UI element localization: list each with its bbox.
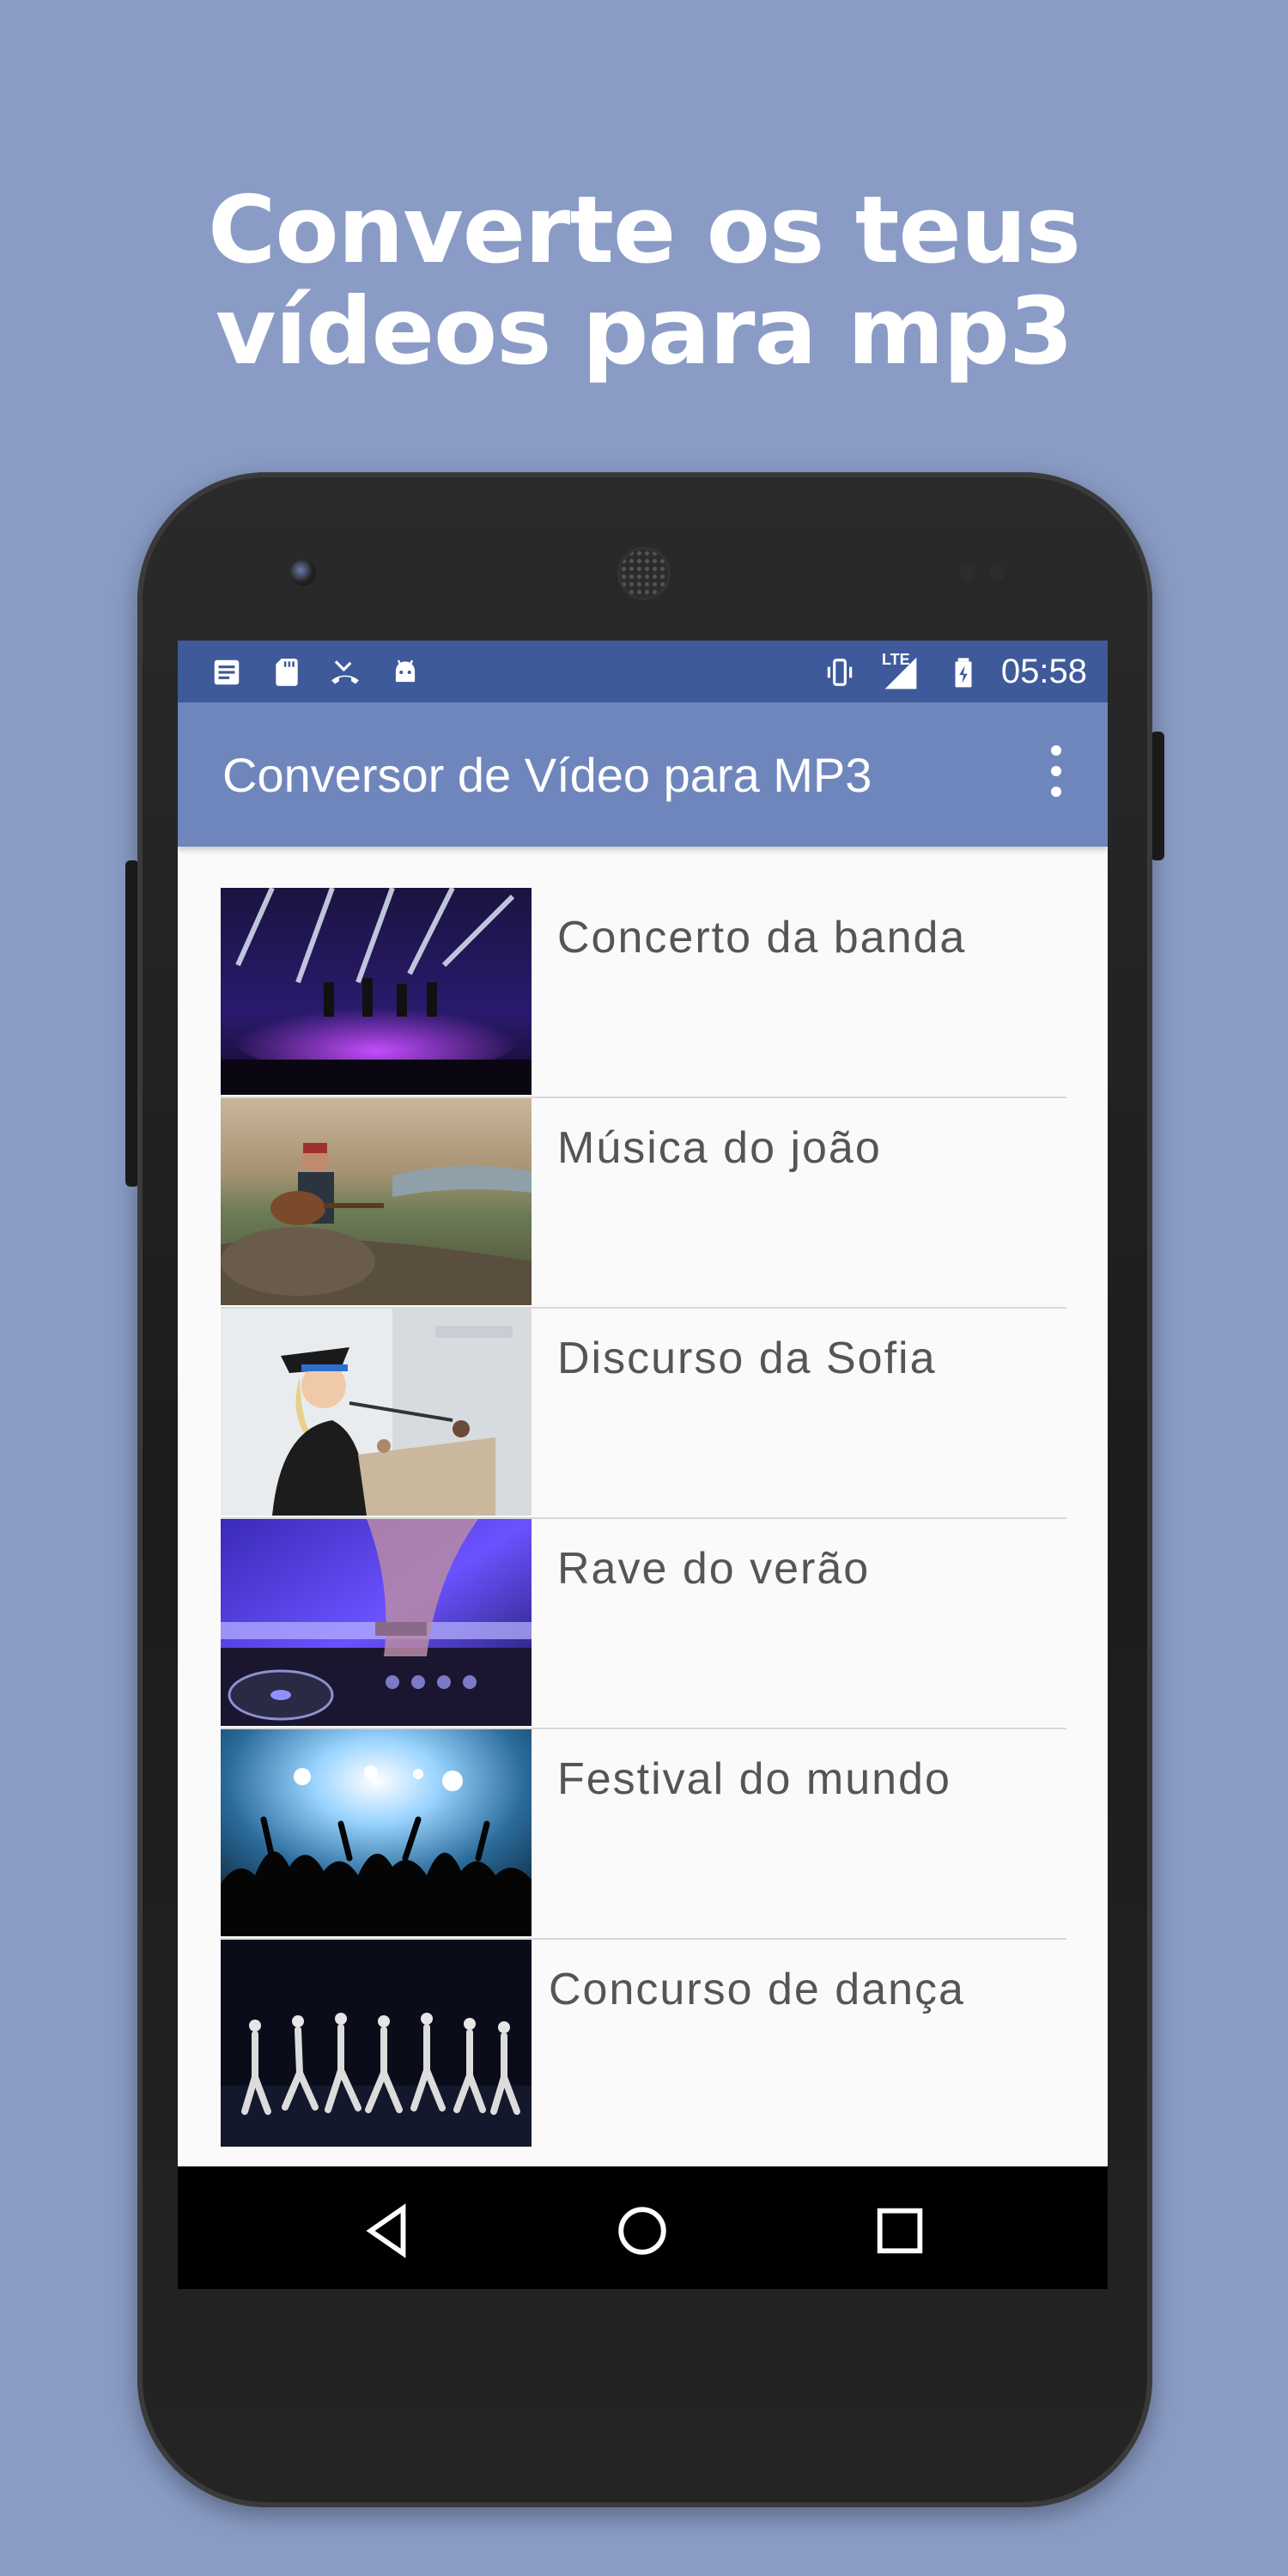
list-item[interactable]: Música do joão <box>221 1098 1066 1309</box>
app-bar: Conversor de Vídeo para MP3 <box>178 702 1108 847</box>
battery-icon <box>955 658 972 688</box>
light-sensor-icon <box>989 565 1005 580</box>
list-item[interactable]: Concurso de dança <box>221 1940 1066 2147</box>
video-title: Concurso de dança <box>549 1965 965 2014</box>
android-icon <box>395 659 416 683</box>
earpiece-speaker-icon <box>620 550 668 598</box>
video-title: Discurso da Sofia <box>557 1334 937 1383</box>
video-thumbnail <box>221 1519 532 1726</box>
missed-call-icon <box>331 660 359 684</box>
notes-icon <box>214 659 240 685</box>
status-bar: LTE 05:58 <box>178 641 1108 702</box>
video-title: Rave do verão <box>557 1544 871 1594</box>
front-camera-icon <box>290 560 316 586</box>
video-thumbnail <box>221 1098 532 1305</box>
signal-icon <box>884 657 917 690</box>
video-title: Concerto da banda <box>557 913 967 963</box>
list-item[interactable]: Concerto da banda <box>221 888 1066 1098</box>
list-item[interactable]: Discurso da Sofia <box>221 1309 1066 1519</box>
video-thumbnail <box>221 1309 532 1516</box>
vibrate-icon <box>827 659 853 686</box>
list-item[interactable]: Rave do verão <box>221 1519 1066 1729</box>
phone-screen: LTE 05:58 Conversor de Vídeo para MP3 Co… <box>178 641 1108 2289</box>
list-item[interactable]: Festival do mundo <box>221 1729 1066 1940</box>
home-icon[interactable] <box>612 2201 672 2261</box>
video-title: Festival do mundo <box>557 1754 951 1804</box>
video-thumbnail <box>221 1729 532 1936</box>
sd-card-icon <box>276 659 298 686</box>
back-icon[interactable] <box>358 2201 418 2261</box>
promo-headline: Converte os teus vídeos para mp3 <box>0 180 1288 383</box>
phone-power-button <box>1151 732 1164 860</box>
video-title: Música do joão <box>557 1123 882 1173</box>
navigation-bar <box>178 2166 1108 2289</box>
video-thumbnail <box>221 888 532 1095</box>
headline-line-2: vídeos para mp3 <box>216 278 1073 386</box>
more-vert-icon[interactable] <box>1046 745 1066 805</box>
app-title: Conversor de Vídeo para MP3 <box>222 748 872 802</box>
recents-icon[interactable] <box>870 2201 930 2261</box>
video-thumbnail <box>221 1940 532 2147</box>
headline-line-1: Converte os teus <box>208 177 1081 284</box>
status-time: 05:58 <box>1000 653 1087 690</box>
video-list: Concerto da banda Música do joão Discurs… <box>221 888 1079 2147</box>
proximity-sensor-icon <box>960 565 975 580</box>
